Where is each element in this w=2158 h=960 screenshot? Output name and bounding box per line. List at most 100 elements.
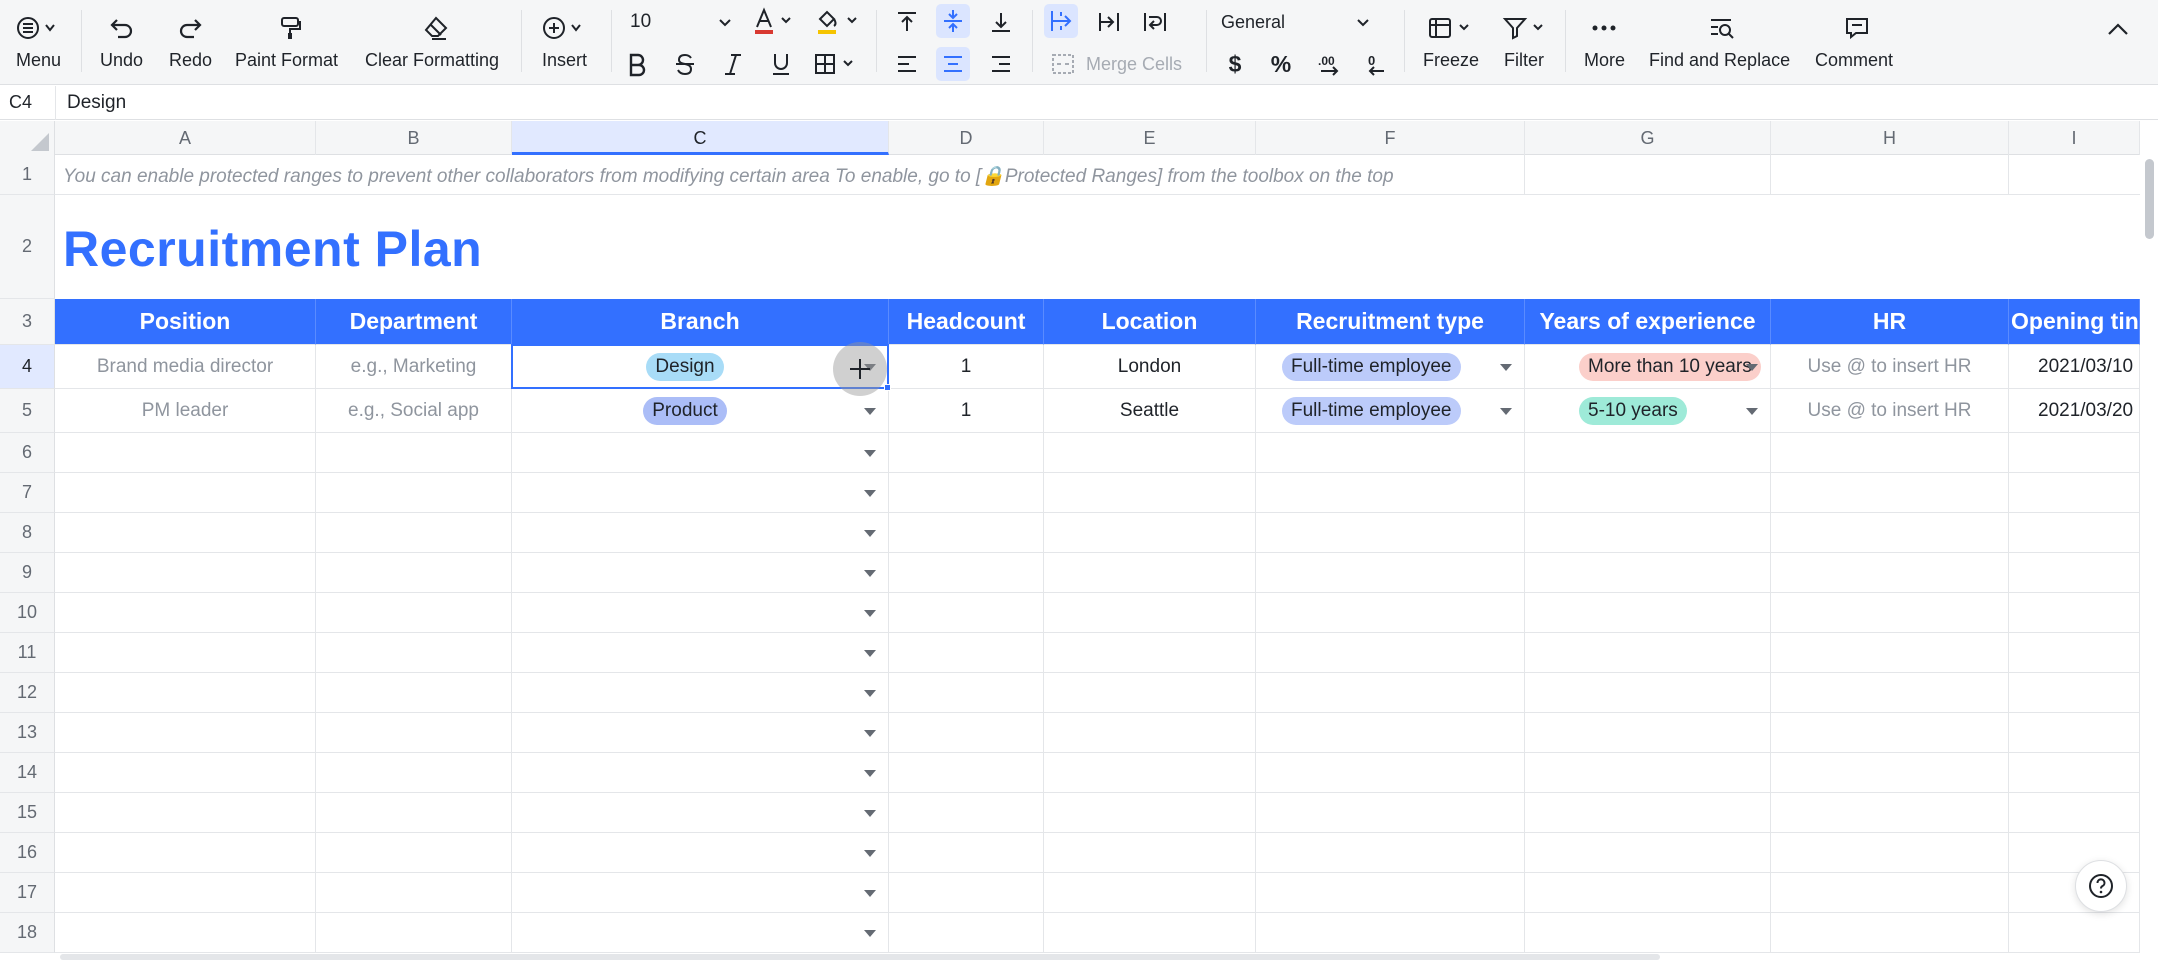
align-top-button[interactable] xyxy=(890,6,924,38)
more-button[interactable]: More xyxy=(1578,8,1630,78)
table-header-cell[interactable]: Headcount xyxy=(889,299,1044,345)
empty-cell[interactable] xyxy=(1044,513,1256,553)
empty-cell[interactable] xyxy=(1771,793,2009,833)
table-header-cell[interactable]: Department xyxy=(316,299,512,345)
text-overflow-button[interactable] xyxy=(1044,4,1078,38)
empty-cell[interactable] xyxy=(55,873,316,913)
empty-cell[interactable] xyxy=(889,833,1044,873)
empty-cell[interactable] xyxy=(316,913,512,953)
dropdown-arrow-icon[interactable] xyxy=(864,569,876,577)
empty-cell[interactable] xyxy=(1525,553,1771,593)
empty-cell[interactable] xyxy=(2009,513,2140,553)
formula-input[interactable]: Design xyxy=(67,92,126,114)
empty-cell[interactable] xyxy=(1525,513,1771,553)
table-cell-opening[interactable]: 2021/03/10 xyxy=(2009,345,2140,389)
empty-cell[interactable] xyxy=(316,513,512,553)
empty-cell[interactable] xyxy=(1044,713,1256,753)
table-header-cell[interactable]: Recruitment type xyxy=(1256,299,1525,345)
empty-cell[interactable] xyxy=(2009,913,2140,953)
empty-cell[interactable] xyxy=(1256,833,1525,873)
empty-cell[interactable] xyxy=(316,473,512,513)
table-cell-hr[interactable]: Use @ to insert HR xyxy=(1771,345,2009,389)
empty-cell[interactable] xyxy=(1525,913,1771,953)
underline-button[interactable] xyxy=(764,48,798,80)
empty-cell[interactable] xyxy=(55,513,316,553)
empty-cell[interactable] xyxy=(889,753,1044,793)
currency-format-button[interactable]: $ xyxy=(1218,48,1252,80)
empty-cell[interactable] xyxy=(889,553,1044,593)
empty-cell[interactable] xyxy=(1044,433,1256,473)
empty-cell[interactable] xyxy=(2009,753,2140,793)
dropdown-arrow-icon[interactable] xyxy=(864,929,876,937)
empty-cell[interactable] xyxy=(2009,433,2140,473)
empty-cell[interactable] xyxy=(512,873,889,913)
empty-cell[interactable] xyxy=(1771,753,2009,793)
vertical-scrollbar[interactable] xyxy=(2140,121,2158,960)
empty-cell[interactable] xyxy=(1525,593,1771,633)
font-color-button[interactable] xyxy=(752,6,798,38)
empty-cell[interactable] xyxy=(1256,873,1525,913)
empty-cell[interactable] xyxy=(1525,873,1771,913)
empty-cell[interactable] xyxy=(1771,833,2009,873)
row-header-6[interactable]: 6 xyxy=(0,433,55,473)
decimal-decrease-button[interactable]: 0 xyxy=(1358,48,1392,80)
empty-cell[interactable] xyxy=(55,753,316,793)
redo-button[interactable]: Redo xyxy=(164,8,216,78)
empty-cell[interactable] xyxy=(512,713,889,753)
collapse-toolbar-button[interactable] xyxy=(2098,12,2138,46)
empty-cell[interactable] xyxy=(2009,833,2140,873)
empty-cell[interactable] xyxy=(1044,913,1256,953)
table-header-cell[interactable]: Position xyxy=(55,299,316,345)
empty-cell[interactable] xyxy=(1525,633,1771,673)
dropdown-arrow-icon[interactable] xyxy=(864,649,876,657)
row-header-13[interactable]: 13 xyxy=(0,713,55,753)
empty-cell[interactable] xyxy=(1256,633,1525,673)
empty-cell[interactable] xyxy=(889,913,1044,953)
empty-cell[interactable] xyxy=(1525,473,1771,513)
empty-cell[interactable] xyxy=(55,553,316,593)
dropdown-arrow-icon[interactable] xyxy=(864,729,876,737)
scrollbar-thumb[interactable] xyxy=(2145,159,2154,239)
dropdown-arrow-icon[interactable] xyxy=(864,489,876,497)
empty-cell[interactable] xyxy=(1044,553,1256,593)
empty-cell[interactable] xyxy=(55,833,316,873)
row-header-1[interactable]: 1 xyxy=(0,155,55,195)
dropdown-arrow-icon[interactable] xyxy=(864,809,876,817)
column-header-f[interactable]: F xyxy=(1256,121,1525,155)
empty-cell[interactable] xyxy=(55,913,316,953)
row-header-2[interactable]: 2 xyxy=(0,195,55,299)
row-header-11[interactable]: 11 xyxy=(0,633,55,673)
empty-cell[interactable] xyxy=(316,633,512,673)
empty-cell[interactable] xyxy=(1525,793,1771,833)
dropdown-arrow-icon[interactable] xyxy=(864,849,876,857)
row-header-3[interactable]: 3 xyxy=(0,299,55,345)
empty-cell[interactable] xyxy=(1525,833,1771,873)
menu-button[interactable]: Menu xyxy=(10,8,70,78)
empty-cell[interactable] xyxy=(889,793,1044,833)
table-cell-hr[interactable]: Use @ to insert HR xyxy=(1771,389,2009,433)
table-cell-position[interactable]: Brand media director xyxy=(55,345,316,389)
empty-cell[interactable] xyxy=(55,473,316,513)
empty-cell[interactable] xyxy=(316,433,512,473)
empty-cell[interactable] xyxy=(55,433,316,473)
dropdown-arrow-icon[interactable] xyxy=(1500,407,1512,415)
row-header-15[interactable]: 15 xyxy=(0,793,55,833)
empty-cell[interactable] xyxy=(2009,673,2140,713)
number-format-select[interactable]: General xyxy=(1218,6,1380,38)
row-header-7[interactable]: 7 xyxy=(0,473,55,513)
empty-cell[interactable] xyxy=(1256,433,1525,473)
empty-cell[interactable] xyxy=(512,673,889,713)
empty-cell[interactable] xyxy=(889,593,1044,633)
empty-cell[interactable] xyxy=(512,833,889,873)
help-button[interactable] xyxy=(2075,860,2127,912)
fill-handle[interactable] xyxy=(884,384,891,391)
column-header-h[interactable]: H xyxy=(1771,121,2009,155)
empty-cell[interactable] xyxy=(512,753,889,793)
row-header-10[interactable]: 10 xyxy=(0,593,55,633)
row-header-9[interactable]: 9 xyxy=(0,553,55,593)
row-header-5[interactable]: 5 xyxy=(0,389,55,433)
column-header-e[interactable]: E xyxy=(1044,121,1256,155)
empty-cell[interactable] xyxy=(55,793,316,833)
empty-cell[interactable] xyxy=(1044,673,1256,713)
empty-cell[interactable] xyxy=(1256,473,1525,513)
